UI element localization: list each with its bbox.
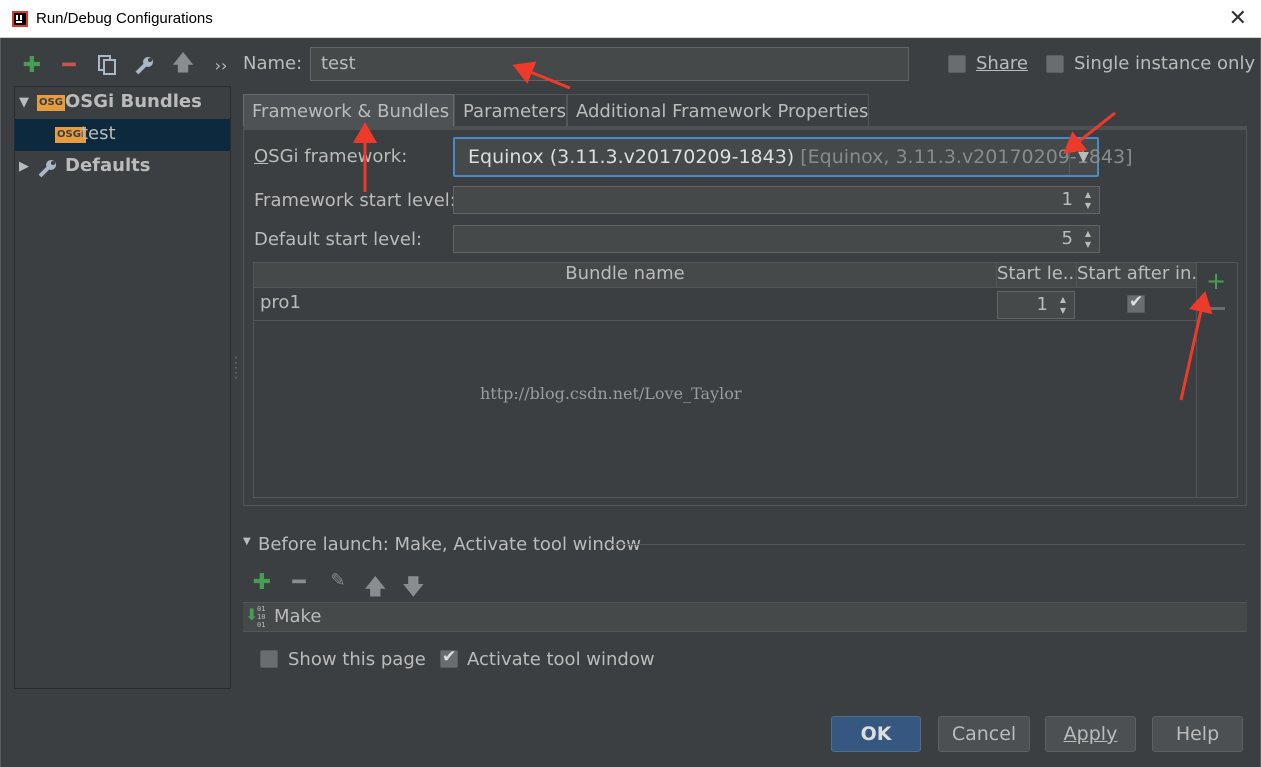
apply-button[interactable]: Apply — [1045, 716, 1136, 752]
tree-item-test[interactable]: OSGi test — [15, 119, 230, 151]
before-launch-title[interactable]: Before launch: Make, Activate tool windo… — [258, 534, 641, 555]
spinner-arrows-icon[interactable]: ▲ ▼ — [1077, 226, 1099, 252]
single-instance-checkbox[interactable] — [1046, 55, 1064, 73]
default-start-level-spinner[interactable]: 5 ▲ ▼ — [453, 225, 1100, 253]
framework-start-level-label: Framework start level: — [254, 190, 456, 211]
tree-item-osgi-bundles[interactable]: ▼ OSG OSGi Bundles — [15, 87, 230, 119]
framework-value: Equinox (3.11.3.v20170209-1843) — [468, 146, 795, 168]
tree-item-label: test — [81, 123, 116, 144]
section-divider — [612, 544, 1245, 545]
before-launch-list[interactable]: ⬇ 01 10 01 Make — [243, 602, 1247, 632]
ok-button[interactable]: OK — [831, 716, 921, 752]
name-label: Name: — [243, 53, 303, 74]
name-field[interactable]: test — [310, 47, 909, 81]
show-this-page-checkbox[interactable] — [260, 650, 278, 668]
spinner-value: 1 — [1061, 189, 1073, 210]
edit-defaults-wrench-icon[interactable] — [134, 54, 156, 76]
column-header-start-after-install[interactable]: Start after in... — [1077, 263, 1196, 288]
osgi-framework-label: OSGi framework: — [254, 146, 408, 167]
remove-configuration-icon[interactable]: ━ — [58, 53, 80, 78]
configuration-tree[interactable]: ▼ OSG OSGi Bundles OSGi test ▶ Defaults — [14, 86, 231, 689]
share-label[interactable]: Share — [976, 53, 1028, 74]
tree-item-label: Defaults — [65, 155, 151, 176]
spinner-arrows-icon[interactable]: ▲ ▼ — [1077, 187, 1099, 213]
watermark-text: http://blog.csdn.net/Love_Taylor — [480, 384, 742, 403]
activate-tool-window-label[interactable]: Activate tool window — [467, 649, 655, 670]
spinner-arrows-icon[interactable]: ▲ ▼ — [1052, 292, 1074, 318]
splitter-handle[interactable]: · · · · · — [234, 352, 238, 384]
activate-tool-window-checkbox[interactable] — [440, 647, 458, 668]
add-task-icon[interactable]: ✚ — [251, 570, 273, 595]
edit-task-icon[interactable]: ✎ — [327, 570, 349, 591]
window-title: Run/Debug Configurations — [36, 10, 213, 27]
tab-framework-bundles[interactable]: Framework & Bundles — [243, 94, 454, 126]
move-up-icon[interactable]: 🡅 — [172, 51, 195, 76]
collapsed-arrow-icon[interactable]: ▶ — [19, 159, 29, 174]
tree-item-defaults[interactable]: ▶ Defaults — [15, 151, 230, 183]
more-actions-icon[interactable]: ›› — [210, 54, 232, 76]
spinner-value: 5 — [1061, 228, 1073, 249]
tab-parameters[interactable]: Parameters — [454, 94, 567, 126]
collapse-triangle-icon[interactable]: ▼ — [243, 536, 251, 547]
tree-item-label: OSGi Bundles — [65, 91, 202, 112]
tab-additional-framework-properties[interactable]: Additional Framework Properties — [567, 94, 869, 126]
window-border-left — [0, 38, 1, 767]
dropdown-arrow-icon[interactable]: ▼ — [1069, 139, 1097, 175]
osgi-framework-combo[interactable]: Equinox (3.11.3.v20170209-1843) [Equinox… — [453, 137, 1133, 177]
intellij-app-icon — [12, 11, 28, 27]
bundle-name-cell: pro1 — [260, 292, 301, 313]
column-header-bundle-name[interactable]: Bundle name — [254, 263, 997, 288]
table-toolbar: + — [1197, 262, 1238, 498]
add-bundle-icon[interactable]: + — [1206, 267, 1226, 295]
make-task-label: Make — [274, 606, 322, 627]
close-icon[interactable]: ✕ — [1229, 6, 1247, 31]
make-binary-icon: 01 10 01 — [257, 605, 266, 629]
single-instance-label[interactable]: Single instance only — [1074, 53, 1255, 74]
expanded-arrow-icon[interactable]: ▼ — [19, 95, 29, 110]
help-button[interactable]: Help — [1152, 716, 1243, 752]
remove-bundle-icon[interactable] — [1207, 307, 1225, 310]
bundle-start-level-spinner[interactable]: 1 ▲ ▼ — [997, 291, 1075, 319]
share-checkbox[interactable] — [948, 55, 966, 73]
remove-task-icon[interactable]: ━ — [288, 570, 310, 595]
framework-start-level-spinner[interactable]: 1 ▲ ▼ — [453, 186, 1100, 214]
copy-configuration-icon[interactable] — [96, 54, 118, 76]
spinner-value: 1 — [1036, 294, 1048, 315]
add-configuration-icon[interactable]: ✚ — [21, 53, 43, 78]
start-after-install-checkbox[interactable] — [1127, 292, 1145, 313]
title-bar: Run/Debug Configurations ✕ — [0, 0, 1261, 38]
default-start-level-label: Default start level: — [254, 229, 423, 250]
defaults-wrench-icon — [38, 160, 56, 178]
show-this-page-label[interactable]: Show this page — [288, 649, 426, 670]
osgi-bundles-icon: OSG — [37, 95, 65, 111]
cancel-button[interactable]: Cancel — [938, 716, 1030, 752]
bundles-table[interactable]: Bundle name Start le... Start after in..… — [253, 262, 1197, 498]
table-row[interactable]: pro1 1 ▲ ▼ — [254, 288, 1196, 321]
column-header-start-level[interactable]: Start le... — [997, 263, 1077, 288]
